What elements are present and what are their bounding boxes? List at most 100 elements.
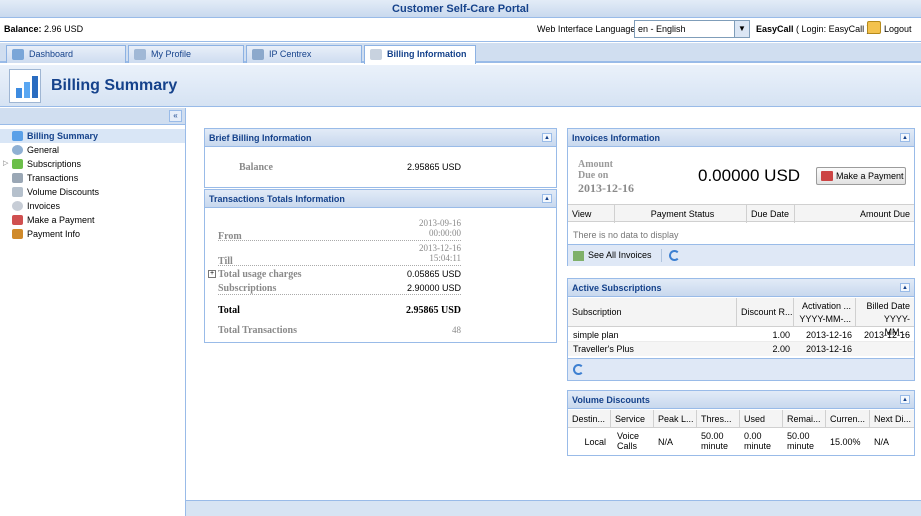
column-header[interactable]: Next Di... [870, 410, 914, 428]
divider [218, 294, 461, 295]
volume-discounts-icon [12, 187, 23, 197]
expand-usage-icon[interactable]: + [208, 270, 216, 278]
column-header[interactable]: Subscription [568, 298, 737, 327]
amount-label: Amount [578, 159, 614, 170]
till-time: 15:04:11 [429, 253, 461, 263]
refresh-icon[interactable] [573, 364, 584, 375]
volume-discounts-panel: Volume Discounts ▲ Destin... Service Peak… [567, 390, 915, 456]
table-row[interactable]: simple plan 1.00 2013-12-16 2013-12-16 [568, 328, 914, 342]
user-login: ( Login: EasyCall ) [796, 24, 870, 34]
volume-grid-header: Destin... Service Peak L... Thres... Use… [568, 410, 914, 428]
column-header[interactable]: View [568, 205, 615, 223]
table-row[interactable]: Local Voice Calls N/A 50.00 minute 0.00 min… [568, 429, 914, 455]
column-header[interactable]: Amount Due [795, 205, 914, 223]
balance-value: 2.96 USD [44, 24, 84, 34]
subscriptions-icon [12, 159, 23, 169]
collapse-panel-icon[interactable]: ▲ [542, 133, 552, 142]
remaining-cell: 50.00 minute [787, 431, 814, 451]
balance-display: Balance: 2.96 USD [4, 24, 83, 34]
total-label: Total [218, 305, 240, 316]
column-header[interactable]: Due Date [747, 205, 795, 223]
column-header[interactable]: Billed Date YYYY-MM-... [856, 298, 914, 337]
activation-date: 2013-12-16 [805, 330, 852, 340]
panel-title: Active Subscriptions [572, 283, 662, 293]
language-value: en - English [638, 24, 686, 34]
balance-value: 2.95865 USD [406, 162, 461, 172]
panel-header: Brief Billing Information ▲ [205, 129, 556, 147]
collapse-panel-icon[interactable]: ▲ [900, 395, 910, 404]
panel-header: Transactions Totals Information ▲ [205, 190, 556, 208]
make-payment-button[interactable]: Make a Payment [816, 167, 906, 185]
tab-billing-information[interactable]: Billing Information [364, 45, 476, 64]
logout-icon[interactable] [867, 21, 881, 34]
panel-title: Transactions Totals Information [209, 194, 345, 204]
column-header[interactable]: Remai... [783, 410, 826, 428]
panel-title: Brief Billing Information [209, 133, 312, 143]
portal-title: Customer Self-Care Portal [0, 0, 921, 18]
payment-info-icon [12, 229, 23, 239]
column-header[interactable]: Thres... [697, 410, 740, 428]
empty-grid-text: There is no data to display [573, 230, 679, 240]
used-line-1: 0.00 [744, 431, 762, 441]
collapse-panel-icon[interactable]: ▲ [900, 283, 910, 292]
column-header[interactable]: Discount R... [737, 298, 794, 327]
sidebar-item-make-a-payment[interactable]: Make a Payment [10, 213, 185, 227]
transactions-count-label: Total Transactions [218, 325, 297, 336]
active-subscriptions-panel: Active Subscriptions ▲ Subscription Disco… [567, 278, 915, 381]
sidebar-item-label: Volume Discounts [27, 187, 100, 197]
panel-title: Volume Discounts [572, 395, 650, 405]
panel-header: Invoices Information ▲ [568, 129, 914, 147]
column-header[interactable]: Destin... [568, 410, 611, 428]
transactions-count-value: 48 [452, 325, 461, 335]
user-info: EasyCall ( Login: EasyCall ) [756, 24, 870, 34]
tab-my-profile[interactable]: My Profile [128, 45, 244, 63]
tab-label: Dashboard [29, 49, 74, 59]
collapse-panel-icon[interactable]: ▲ [900, 133, 910, 142]
table-row[interactable]: Traveller's Plus 2.00 2013-12-16 [568, 342, 914, 356]
general-icon [12, 145, 23, 155]
used-line-2: minute [744, 441, 772, 451]
column-header[interactable]: Peak L... [654, 410, 697, 428]
column-header-label: Billed Date [866, 301, 910, 311]
threshold-line-2: minute [701, 441, 729, 451]
sidebar-item-label: Subscriptions [27, 159, 82, 169]
service-line-1: Voice [617, 431, 640, 441]
refresh-icon[interactable] [669, 250, 680, 261]
sidebar-item-transactions[interactable]: Transactions [10, 171, 185, 185]
ip-centrex-icon [252, 49, 264, 60]
sidebar-item-invoices[interactable]: Invoices [10, 199, 185, 213]
sidebar-item-general[interactable]: General [10, 143, 185, 157]
chevron-down-icon[interactable]: ▼ [734, 21, 749, 37]
language-label: Web Interface Language: [537, 24, 638, 34]
see-all-invoices-label: See All Invoices [588, 250, 652, 260]
service-cell: Voice Calls [617, 431, 639, 451]
invoices-icon [12, 201, 23, 211]
subscriptions-value: 2.90000 USD [406, 283, 461, 293]
tab-dashboard[interactable]: Dashboard [6, 45, 126, 63]
column-header-label: Activation ... [801, 301, 851, 311]
user-name: EasyCall [756, 24, 794, 34]
sidebar-item-subscriptions[interactable]: ▷ Subscriptions [3, 157, 185, 171]
transactions-icon [12, 173, 23, 183]
collapse-panel-icon[interactable]: ▲ [542, 194, 552, 203]
collapse-sidebar-icon[interactable]: « [169, 110, 182, 122]
divider [218, 240, 461, 241]
sidebar-item-volume-discounts[interactable]: Volume Discounts [10, 185, 185, 199]
logout-link[interactable]: Logout [884, 24, 912, 34]
service-line-2: Calls [617, 441, 638, 451]
billing-chart-icon [9, 69, 41, 103]
sidebar-item-payment-info[interactable]: Payment Info [10, 227, 185, 241]
see-all-invoices-button[interactable]: See All Invoices [573, 250, 652, 261]
column-header[interactable]: Used [740, 410, 783, 428]
column-header[interactable]: Payment Status [615, 205, 747, 223]
column-header[interactable]: Service [611, 410, 654, 428]
due-label: Due on [578, 170, 609, 181]
column-header[interactable]: Curren... [826, 410, 870, 428]
tab-ip-centrex[interactable]: IP Centrex [246, 45, 362, 63]
expand-arrow-icon[interactable]: ▷ [3, 157, 8, 171]
column-header[interactable]: Activation ... YYYY-MM-... [794, 298, 856, 327]
next-discount-cell: N/A [874, 437, 890, 447]
remaining-line-1: 50.00 [787, 431, 810, 441]
sidebar-item-billing-summary[interactable]: Billing Summary [0, 129, 185, 143]
language-select[interactable]: en - English ▼ [634, 20, 750, 38]
